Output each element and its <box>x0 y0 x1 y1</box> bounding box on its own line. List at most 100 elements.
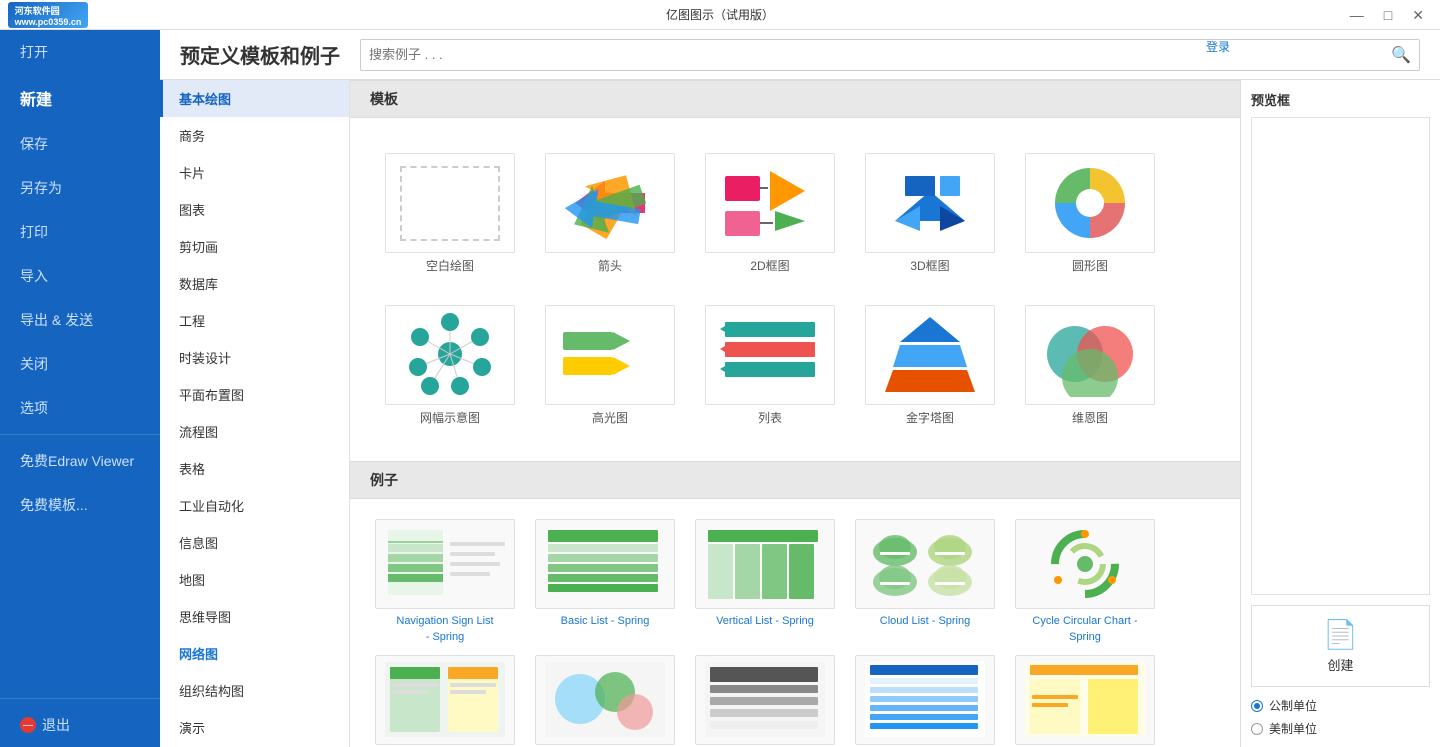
category-item-basic[interactable]: 基本绘图 <box>160 80 349 117</box>
search-icon[interactable]: 🔍 <box>1391 45 1411 65</box>
sidebar: 打开 新建 保存 另存为 打印 导入 导出 & 发送 关闭 选项 免费Edraw… <box>0 30 160 747</box>
category-item-card[interactable]: 卡片 <box>160 154 349 191</box>
example-thumb-cloud-list <box>855 519 995 609</box>
category-item-flowchart[interactable]: 流程图 <box>160 413 349 450</box>
maximize-button[interactable]: □ <box>1378 5 1398 25</box>
example-cloud-list[interactable]: Cloud List - Spring <box>850 519 1000 645</box>
category-item-database[interactable]: 数据库 <box>160 265 349 302</box>
example-thumb-vertical-list <box>695 519 835 609</box>
create-button-icon: 📄 <box>1323 618 1358 651</box>
template-pie[interactable]: 圆形图 <box>1015 143 1165 285</box>
template-thumb-radial <box>385 305 515 405</box>
example-thumb-cycle-circular <box>1015 519 1155 609</box>
vertical-list-thumb-svg <box>700 522 830 607</box>
sidebar-item-save[interactable]: 保存 <box>0 122 160 166</box>
template-3d[interactable]: 3D框图 <box>855 143 1005 285</box>
category-item-map[interactable]: 地图 <box>160 561 349 598</box>
example-ex7[interactable]: Example <box>530 655 680 747</box>
template-thumb-3d <box>865 153 995 253</box>
sidebar-item-free-templates[interactable]: 免费模板... <box>0 483 160 527</box>
radio-imperial[interactable]: 美制单位 <box>1251 720 1430 737</box>
example-label-cloud-list: Cloud List - Spring <box>880 614 971 629</box>
sidebar-item-open[interactable]: 打开 <box>0 30 160 74</box>
example-ex6[interactable]: Example <box>370 655 520 747</box>
search-bar: 🔍 <box>360 39 1420 71</box>
login-button[interactable]: 登录 <box>1206 38 1230 55</box>
template-radial[interactable]: 网幅示意图 <box>375 295 525 437</box>
template-2d[interactable]: 2D框图 <box>695 143 845 285</box>
template-label-pyramid: 金字塔图 <box>906 411 954 427</box>
template-thumb-pie <box>1025 153 1155 253</box>
example-thumb-nav-sign <box>375 519 515 609</box>
sidebar-bottom: 退出 <box>0 694 160 747</box>
category-item-business[interactable]: 商务 <box>160 117 349 154</box>
create-button-label: 创建 <box>1327 655 1353 674</box>
pyramid-svg <box>875 312 985 397</box>
example-basic-list[interactable]: Basic List - Spring <box>530 519 680 645</box>
sidebar-item-exit[interactable]: 退出 <box>0 703 160 747</box>
template-label-venn: 维恩图 <box>1072 411 1108 427</box>
content-area: 预定义模板和例子 🔍 登录 基本绘图 商务 卡片 图表 剪切画 数据库 工程 时… <box>160 30 1440 747</box>
page-title: 预定义模板和例子 <box>180 40 340 69</box>
ex8-thumb-svg <box>700 657 830 742</box>
radio-metric-label: 公制单位 <box>1269 697 1317 714</box>
category-list: 基本绘图 商务 卡片 图表 剪切画 数据库 工程 时装设计 平面布置图 流程图 … <box>160 80 350 747</box>
sidebar-item-import[interactable]: 导入 <box>0 254 160 298</box>
category-item-industrial[interactable]: 工业自动化 <box>160 487 349 524</box>
category-item-fashion[interactable]: 时装设计 <box>160 339 349 376</box>
minimize-button[interactable]: — <box>1344 5 1370 25</box>
template-highlight[interactable]: 高光图 <box>535 295 685 437</box>
example-label-vertical-list: Vertical List - Spring <box>716 614 814 629</box>
example-ex10[interactable]: Example <box>1010 655 1160 747</box>
pie-svg <box>1040 161 1140 246</box>
preview-title: 预览框 <box>1251 90 1430 109</box>
radio-metric-circle <box>1251 700 1263 712</box>
example-cycle-circular[interactable]: Cycle Circular Chart -Spring <box>1010 519 1160 645</box>
category-item-table[interactable]: 表格 <box>160 450 349 487</box>
templates-section-header: 模板 <box>350 80 1240 118</box>
category-item-floorplan[interactable]: 平面布置图 <box>160 376 349 413</box>
cycle-circular-thumb-svg <box>1020 522 1150 607</box>
preview-panel: 预览框 📄 创建 公制单位 美制单位 <box>1240 80 1440 747</box>
search-input[interactable] <box>369 47 1391 62</box>
template-list[interactable]: 列表 <box>695 295 845 437</box>
template-label-radial: 网幅示意图 <box>420 411 480 427</box>
nav-sign-thumb-svg <box>380 522 510 607</box>
sidebar-item-export[interactable]: 导出 & 发送 <box>0 298 160 342</box>
sidebar-item-new[interactable]: 新建 <box>0 74 160 122</box>
template-label-3d: 3D框图 <box>910 259 949 275</box>
category-item-clipart[interactable]: 剪切画 <box>160 228 349 265</box>
sidebar-item-saveas[interactable]: 另存为 <box>0 166 160 210</box>
template-pyramid[interactable]: 金字塔图 <box>855 295 1005 437</box>
sidebar-item-edraw-viewer[interactable]: 免费Edraw Viewer <box>0 439 160 483</box>
app-logo: 河东软件园www.pc0359.cn <box>8 2 88 28</box>
category-item-org[interactable]: 组织结构图 <box>160 672 349 709</box>
radio-metric[interactable]: 公制单位 <box>1251 697 1430 714</box>
highlight-svg <box>555 312 665 397</box>
example-thumb-basic-list <box>535 519 675 609</box>
close-button[interactable]: ✕ <box>1406 5 1430 26</box>
example-ex8[interactable]: Example <box>690 655 840 747</box>
example-nav-sign[interactable]: Navigation Sign List- Spring <box>370 519 520 645</box>
example-thumb-ex6 <box>375 655 515 745</box>
category-item-mindmap[interactable]: 思维导图 <box>160 598 349 635</box>
create-button[interactable]: 📄 创建 <box>1251 605 1430 687</box>
category-item-engineering[interactable]: 工程 <box>160 302 349 339</box>
template-venn[interactable]: 维恩图 <box>1015 295 1165 437</box>
category-item-presentation[interactable]: 演示 <box>160 709 349 746</box>
category-item-network[interactable]: 网络图 <box>160 635 349 672</box>
category-item-chart[interactable]: 图表 <box>160 191 349 228</box>
example-vertical-list[interactable]: Vertical List - Spring <box>690 519 840 645</box>
example-ex9[interactable]: Example <box>850 655 1000 747</box>
template-blank[interactable]: 空白绘图 <box>375 143 525 285</box>
template-label-2d: 2D框图 <box>750 259 789 275</box>
category-item-infographic[interactable]: 信息图 <box>160 524 349 561</box>
ex6-thumb-svg <box>380 657 510 742</box>
sidebar-item-options[interactable]: 选项 <box>0 386 160 430</box>
window-controls[interactable]: — □ ✕ <box>1344 0 1430 30</box>
ex9-thumb-svg <box>860 657 990 742</box>
list-svg <box>715 312 825 397</box>
sidebar-item-close[interactable]: 关闭 <box>0 342 160 386</box>
sidebar-item-print[interactable]: 打印 <box>0 210 160 254</box>
template-arrow[interactable]: 箭头 <box>535 143 685 285</box>
